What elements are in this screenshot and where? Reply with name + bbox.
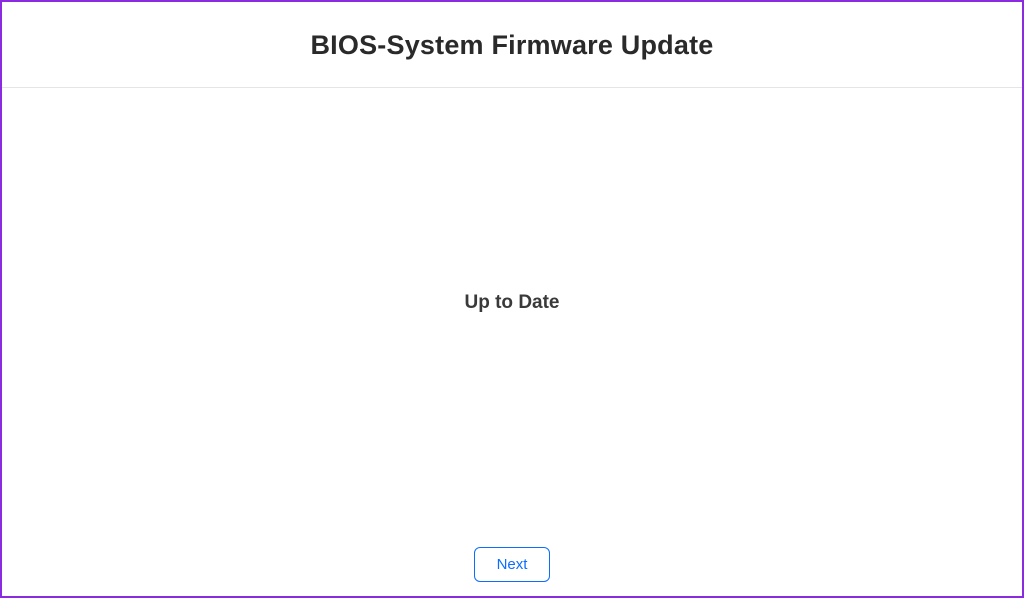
next-button[interactable]: Next (474, 547, 551, 582)
footer: Next (2, 537, 1022, 596)
status-text: Up to Date (465, 292, 560, 314)
content-area: Up to Date (2, 88, 1022, 537)
header: BIOS-System Firmware Update (2, 2, 1022, 88)
main-container: BIOS-System Firmware Update Up to Date N… (2, 2, 1022, 596)
page-title: BIOS-System Firmware Update (22, 30, 1002, 61)
